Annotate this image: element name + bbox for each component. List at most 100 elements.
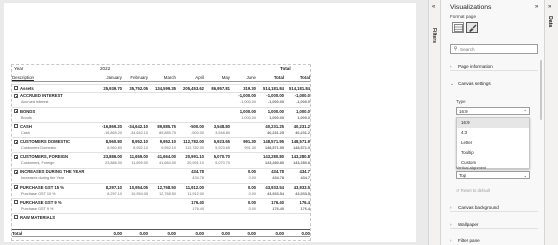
matrix-visual[interactable]: Year 2022 Total Description January Februa…: [11, 64, 311, 241]
canvas-background-section[interactable]: › Canvas background: [450, 203, 538, 212]
row-label: CASH: [20, 123, 32, 129]
matrix-cell: 1,000.00: [239, 108, 256, 114]
matrix-cell: 11,912.00: [187, 191, 204, 196]
build-visual-button[interactable]: [452, 22, 464, 33]
collapse-row-icon[interactable]: [14, 215, 18, 220]
matrix-group-row[interactable]: CUSTOMERS, FOREIGN 23,886.00 11,659.00 41,6…: [12, 152, 310, 160]
matrix-cell: 176.40: [272, 206, 284, 211]
matrix-detail-row: Purchase GST 15 % 8,297.10 10,954.05 12,768…: [12, 190, 310, 198]
matrix-cell: 9,952.10: [161, 146, 176, 151]
matrix-group-row[interactable]: BONDS 1,000.00 1,000.00 1,000.0: [12, 106, 310, 115]
collapse-row-icon[interactable]: [14, 109, 18, 114]
collapse-row-icon[interactable]: [14, 200, 18, 205]
matrix-cell: 23,886.00: [103, 154, 122, 160]
search-input[interactable]: [460, 46, 536, 52]
collapse-row-icon[interactable]: [14, 139, 18, 144]
matrix-cell: 5,923.65: [213, 138, 230, 144]
collapse-row-icon[interactable]: [14, 93, 18, 98]
matrix-cell: 0.00: [248, 191, 256, 196]
expand-data-icon[interactable]: »: [548, 4, 551, 10]
collapse-row-icon[interactable]: [14, 124, 18, 129]
type-option[interactable]: 4:3: [457, 128, 529, 138]
year-value: 2022: [100, 66, 111, 71]
format-search-box[interactable]: ⚲: [450, 44, 538, 54]
reset-label: Reset to default: [460, 188, 491, 193]
data-pane-collapsed[interactable]: » Data: [545, 0, 558, 245]
matrix-group-row[interactable]: Assets 25,939.70 35,752.05 134,599.35 205,45…: [12, 84, 310, 92]
matrix-detail-row: Purchase GST 9 % 176.40 0.00 176.40 176.4: [12, 206, 310, 214]
column-header: April: [195, 75, 204, 80]
canvas-settings-section[interactable]: ⌄ Canvas settings: [450, 79, 538, 88]
matrix-detail-row: Customers Domestic 8,960.80 8,952.10 9,952.…: [12, 145, 310, 153]
reset-to-default-link[interactable]: ↺ Reset to default: [456, 188, 490, 193]
matrix-cell: 5,070.70: [215, 161, 230, 166]
matrix-cell: 86,957.81: [211, 85, 230, 91]
collapse-row-icon[interactable]: [14, 169, 18, 174]
matrix-group-row[interactable]: PURCHASE GST 15 % 8,297.10 10,954.05 12,768…: [12, 182, 310, 191]
collapse-row-icon[interactable]: [14, 154, 18, 159]
matrix-cell: -1,000.00: [239, 100, 256, 105]
collapse-visualizations-icon[interactable]: »: [535, 4, 538, 10]
matrix-cell: 5,923.65: [215, 146, 230, 151]
matrix-cell: 3,548.80: [213, 123, 230, 129]
row-label: Purchase GST 9 %: [21, 206, 54, 211]
matrix-cell: 1,000.0: [297, 115, 310, 120]
matrix-cell: 434.78: [191, 169, 204, 175]
matrix-cell: 319.30: [243, 85, 256, 91]
row-label: Cash: [21, 130, 30, 135]
format-page-button[interactable]: [466, 22, 478, 33]
type-dropdown[interactable]: 16:9 ⌃: [456, 107, 530, 115]
matrix-group-row[interactable]: INCREASES DURING THE YEAR 434.78 0.00 434.7…: [12, 167, 310, 176]
matrix-cell: 514,181.84: [289, 85, 310, 91]
matrix-cell: 10,954.05: [131, 191, 148, 196]
total-cell: 0.00: [167, 231, 176, 236]
matrix-cell: 148,571.9: [293, 146, 310, 151]
table-grid-icon: [454, 24, 463, 32]
type-option[interactable]: Letter: [457, 138, 529, 148]
type-option[interactable]: 16:9: [457, 118, 529, 128]
matrix-cell: 0.00: [247, 184, 256, 190]
vertical-alignment-dropdown[interactable]: Top ⌄: [456, 171, 530, 179]
matrix-group-row[interactable]: CUSTOMERS DOMESTIC 8,960.80 8,952.10 9,952.…: [12, 137, 310, 145]
filters-pane-collapsed[interactable]: « Filters: [428, 0, 441, 245]
matrix-cell: 40,231.25: [265, 123, 284, 129]
matrix-body: Assets 25,939.70 35,752.05 134,599.35 205,45…: [12, 84, 310, 221]
row-label-cell: PURCHASE GST 15 %: [12, 184, 96, 191]
expand-filters-icon[interactable]: «: [432, 4, 435, 10]
matrix-group-row[interactable]: PURCHASE GST 9 % 176.40 0.00 176.40 176.4: [12, 197, 310, 206]
matrix-group-row[interactable]: CASH -16,869.20 -34,642.10 89,885.75 -500.00…: [12, 121, 310, 130]
pane-scrollbar[interactable]: [540, 60, 542, 120]
collapse-row-icon[interactable]: [14, 86, 18, 91]
type-label: Type: [456, 99, 466, 104]
chevron-right-icon: ›: [450, 64, 452, 69]
type-option[interactable]: Tooltip: [457, 148, 529, 158]
matrix-cell: 991.30: [244, 146, 256, 151]
row-label: Assets: [20, 85, 34, 91]
column-header: May: [221, 75, 230, 80]
matrix-header-year: Year 2022 Total: [12, 65, 310, 72]
matrix-cell: 1,000.00: [241, 115, 256, 120]
collapse-row-icon[interactable]: [14, 185, 18, 190]
matrix-cell: 8,297.10: [107, 191, 122, 196]
matrix-cell: 3,548.80: [215, 130, 230, 135]
page-information-section[interactable]: › Page information: [450, 62, 538, 71]
chevron-down-icon: ⌄: [450, 81, 454, 86]
matrix-group-row[interactable]: ACCRUED INTEREST -1,000.00 -1,000.00 -1,000…: [12, 91, 310, 100]
matrix-cell: 40,231.2: [293, 123, 310, 129]
matrix-cell: -500.00: [191, 130, 204, 135]
type-value: 16:9: [459, 109, 468, 114]
report-page: Year 2022 Total Description January Februa…: [4, 3, 416, 242]
wallpaper-section[interactable]: › Wallpaper: [450, 220, 538, 229]
matrix-cell: 176.4: [299, 199, 310, 205]
chevron-right-icon: ›: [450, 238, 452, 243]
matrix-cell: -16,869.20: [101, 123, 122, 129]
total-cell: 0.00: [247, 231, 256, 236]
matrix-cell: -1,000.00: [238, 93, 256, 99]
filter-pane-section[interactable]: › Filter pane: [450, 236, 538, 245]
column-header: February: [130, 75, 148, 80]
matrix-cell: -500.00: [189, 123, 204, 129]
matrix-group-row[interactable]: RAW MATERIALS: [12, 213, 310, 221]
matrix-cell: 40,231.25: [267, 130, 284, 135]
matrix-cell: 143,280.80: [264, 161, 284, 166]
matrix-cell: 40,231.2: [295, 130, 310, 135]
